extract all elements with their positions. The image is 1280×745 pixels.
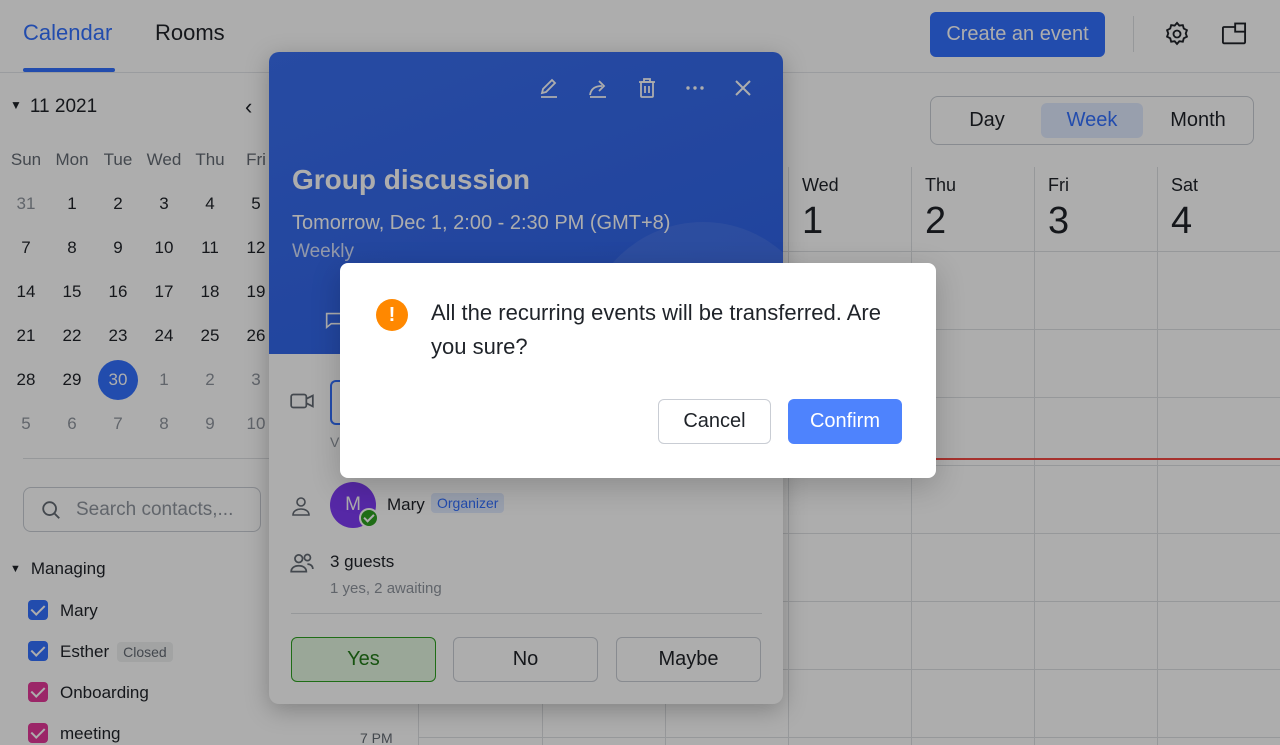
cancel-button[interactable]: Cancel [658,399,771,444]
confirm-button[interactable]: Confirm [788,399,902,444]
warning-icon: ! [376,299,408,331]
dialog-message: All the recurring events will be transfe… [431,300,881,359]
confirm-dialog: ! All the recurring events will be trans… [340,263,936,478]
